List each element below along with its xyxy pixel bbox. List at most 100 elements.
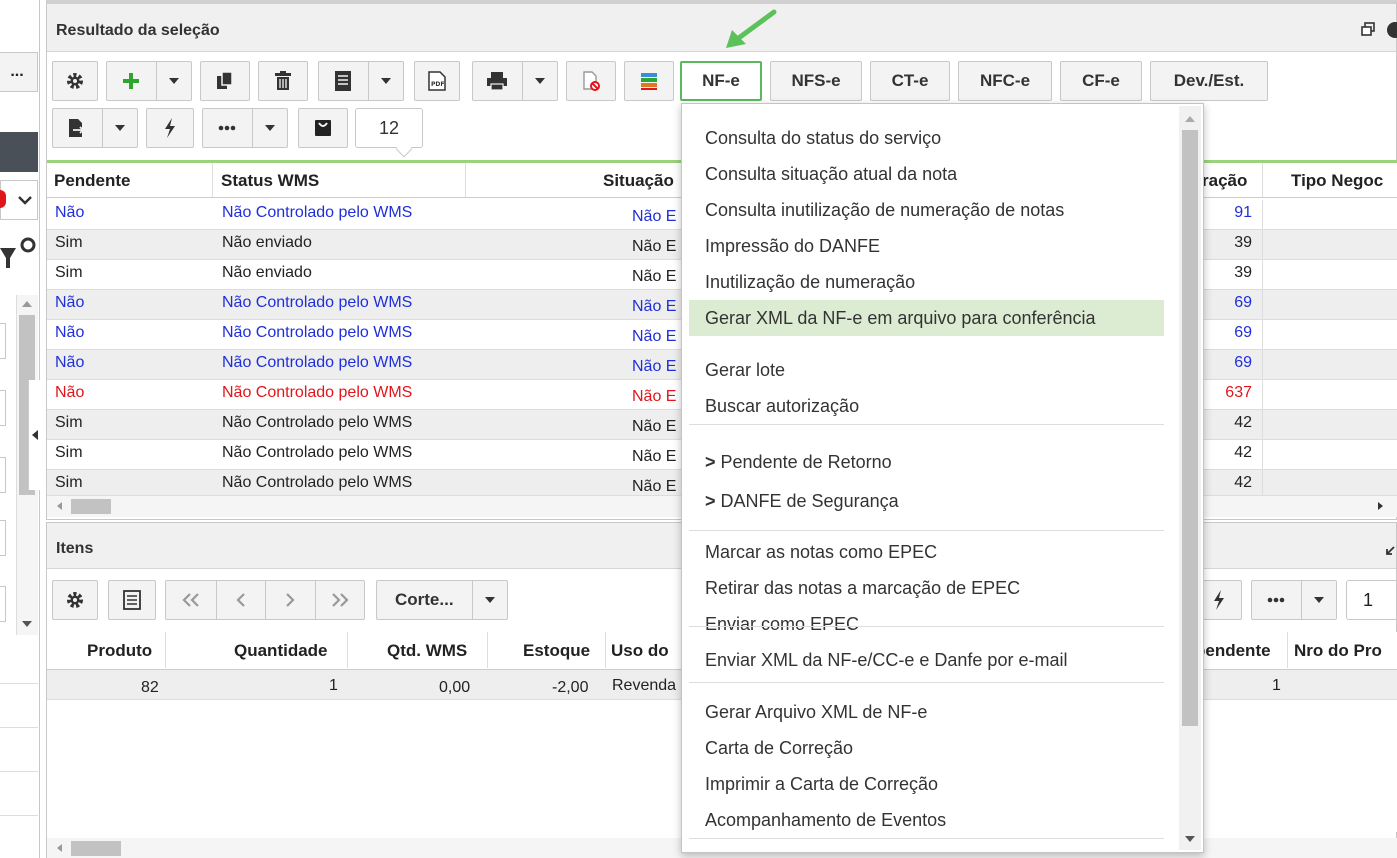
export-split-button[interactable] — [52, 108, 138, 148]
items-more-button[interactable] — [1252, 581, 1301, 619]
menu-item-impressao-danfe[interactable]: Impressão do DANFE — [689, 228, 1164, 264]
menu-item-enviar-xml-email[interactable]: Enviar XML da NF-e/CC-e e Danfe por e-ma… — [689, 642, 1164, 678]
tab-nfe[interactable]: NF-e — [680, 61, 762, 101]
last-page-button[interactable] — [314, 581, 365, 619]
menu-item-enviar-epec[interactable]: Enviar como EPEC — [689, 606, 1164, 642]
cancel-doc-button[interactable] — [566, 61, 616, 101]
menu-scroll-track[interactable] — [1179, 106, 1201, 850]
export-doc-icon — [69, 119, 85, 137]
scroll-left-icon[interactable] — [57, 502, 62, 510]
col-pendente-items[interactable]: pendente — [1195, 641, 1271, 661]
left-field-2[interactable] — [0, 390, 6, 426]
settings-button[interactable] — [52, 61, 98, 101]
gear-icon — [67, 592, 83, 608]
menu-item-marcar-epec[interactable]: Marcar as notas como EPEC — [689, 534, 1164, 570]
col-pendente[interactable]: Pendente — [54, 171, 131, 191]
left-field-1[interactable] — [0, 323, 6, 359]
page-number-input[interactable]: 1 — [1346, 580, 1397, 620]
pdf-button[interactable]: PDF — [414, 61, 460, 101]
col-qtd-wms[interactable]: Qtd. WMS — [387, 641, 467, 661]
items-settings-button[interactable] — [52, 580, 98, 620]
quick-action-button[interactable] — [146, 108, 194, 148]
add-dropdown[interactable] — [155, 62, 191, 100]
cell-numeracao: 39 — [1234, 264, 1252, 281]
menu-item-carta-correcao[interactable]: Carta de Correção — [689, 730, 1164, 766]
filter-icon[interactable] — [0, 236, 36, 272]
menu-item-imprimir-carta-correcao[interactable]: Imprimir a Carta de Correção — [689, 766, 1164, 802]
scroll-up-icon[interactable] — [22, 301, 32, 307]
col-numeracao[interactable]: ração — [1202, 171, 1247, 191]
menu-item-gerar-arquivo-xml[interactable]: Gerar Arquivo XML de NF-e — [689, 694, 1164, 730]
double-chevron-left-icon — [182, 593, 199, 607]
menu-item-retirar-epec[interactable]: Retirar das notas a marcação de EPEC — [689, 570, 1164, 606]
col-status-wms[interactable]: Status WMS — [221, 171, 319, 191]
corte-button[interactable]: Corte... — [377, 581, 472, 619]
report-dropdown[interactable] — [367, 62, 403, 100]
menu-item-gerar-xml-conferencia[interactable]: Gerar XML da NF-e em arquivo para confer… — [689, 300, 1164, 336]
col-uso[interactable]: Uso do — [611, 641, 669, 661]
print-dropdown[interactable] — [521, 62, 557, 100]
hscroll-thumb[interactable] — [71, 499, 111, 514]
menu-item-consulta-situacao[interactable]: Consulta situação atual da nota — [689, 156, 1164, 192]
col-estoque[interactable]: Estoque — [523, 641, 590, 661]
col-quantidade[interactable]: Quantidade — [234, 641, 328, 661]
col-produto[interactable]: Produto — [87, 641, 152, 661]
copy-button[interactable] — [200, 61, 250, 101]
menu-item-consulta-inutilizacao[interactable]: Consulta inutilização de numeração de no… — [689, 192, 1164, 228]
print-button[interactable] — [473, 62, 522, 100]
more-button[interactable] — [203, 109, 252, 147]
left-dots-button[interactable]: ... — [0, 52, 38, 92]
tab-cte[interactable]: CT-e — [870, 61, 950, 101]
menu-item-buscar-autorizacao[interactable]: Buscar autorização — [689, 388, 1164, 424]
report-button[interactable] — [319, 62, 368, 100]
add-button[interactable] — [107, 62, 156, 100]
menu-item-danfe-seguranca[interactable]: > DANFE de Segurança — [689, 483, 1164, 519]
more-split-button[interactable] — [202, 108, 288, 148]
items-list-button[interactable] — [108, 580, 156, 620]
left-field-4[interactable] — [0, 520, 6, 556]
tab-nfse[interactable]: NFS-e — [770, 61, 862, 101]
first-page-button[interactable] — [166, 581, 216, 619]
col-situacao[interactable]: Situação — [603, 171, 674, 191]
cell-divider — [1262, 230, 1263, 260]
export-dropdown[interactable] — [101, 109, 137, 147]
scroll-right-icon[interactable] — [1378, 502, 1383, 510]
next-page-button[interactable] — [265, 581, 315, 619]
window-restore-icon[interactable] — [1361, 22, 1375, 36]
col-tipo-negoc[interactable]: Tipo Negoc — [1291, 171, 1383, 191]
items-more-split-button[interactable] — [1251, 580, 1337, 620]
menu-scroll-down-icon[interactable] — [1185, 836, 1195, 842]
collapse-handle[interactable] — [28, 380, 40, 490]
menu-scroll-up-icon[interactable] — [1185, 116, 1195, 122]
scroll-left-icon[interactable] — [57, 844, 62, 852]
menu-scroll-thumb[interactable] — [1182, 130, 1198, 726]
add-split-button[interactable] — [106, 61, 192, 101]
menu-item-acompanhamento-eventos[interactable]: Acompanhamento de Eventos — [689, 802, 1164, 838]
expand-icon[interactable] — [1385, 543, 1395, 555]
items-hscroll-thumb[interactable] — [71, 841, 121, 856]
menu-item-inutilizacao-numeracao[interactable]: Inutilização de numeração — [689, 264, 1164, 300]
corte-dropdown[interactable] — [471, 581, 507, 619]
more-dropdown[interactable] — [251, 109, 287, 147]
export-button[interactable] — [53, 109, 102, 147]
help-icon[interactable] — [1387, 22, 1397, 38]
corte-split-button[interactable]: Corte... — [376, 580, 508, 620]
layers-button[interactable] — [624, 61, 674, 101]
prev-page-button[interactable] — [215, 581, 266, 619]
bag-button[interactable] — [298, 108, 348, 148]
tab-cfe[interactable]: CF-e — [1060, 61, 1142, 101]
left-field-5[interactable] — [0, 586, 6, 622]
menu-item-gerar-lote[interactable]: Gerar lote — [689, 352, 1164, 388]
items-more-dropdown[interactable] — [1300, 581, 1336, 619]
tab-dev-est[interactable]: Dev./Est. — [1150, 61, 1268, 101]
menu-item-consulta-status[interactable]: Consulta do status do serviço — [689, 120, 1164, 156]
print-split-button[interactable] — [472, 61, 558, 101]
col-nro-pro[interactable]: Nro do Pro — [1294, 641, 1382, 661]
delete-button[interactable] — [258, 61, 308, 101]
menu-item-pendente-retorno[interactable]: > Pendente de Retorno — [689, 444, 1164, 480]
menu-item-label: Marcar as notas como EPEC — [705, 541, 938, 562]
scroll-down-icon[interactable] — [22, 621, 32, 627]
left-field-3[interactable] — [0, 457, 6, 493]
tab-nfce[interactable]: NFC-e — [958, 61, 1052, 101]
report-split-button[interactable] — [318, 61, 404, 101]
